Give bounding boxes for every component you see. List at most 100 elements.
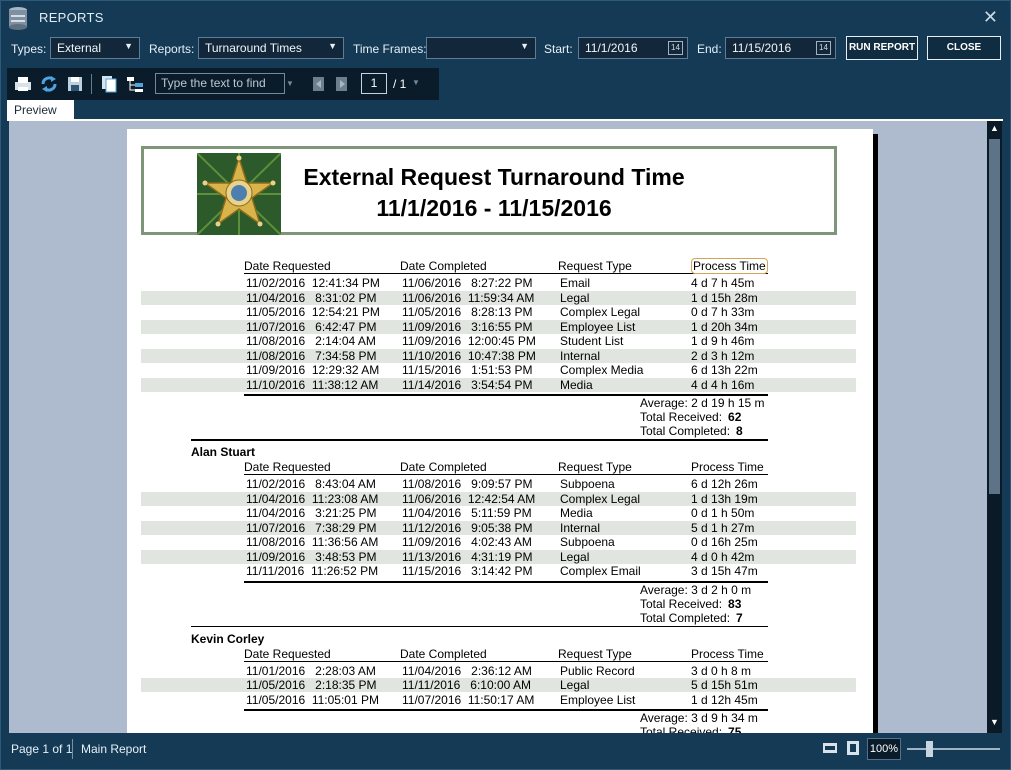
table-header: Date Requested Date Completed Request Type… xyxy=(244,258,768,274)
copy-icon[interactable] xyxy=(99,74,119,94)
table-cell: 11/04/2016 3:21:25 PM xyxy=(246,506,377,520)
tab-preview[interactable]: Preview xyxy=(7,100,74,120)
table-cell: 11/08/2016 2:14:04 AM xyxy=(246,334,376,348)
total-completed-label: Total Completed: xyxy=(640,424,731,438)
start-date-field[interactable]: 11/1/2016 14 xyxy=(578,37,688,59)
table-cell: 6 d 12h 26m xyxy=(691,477,758,491)
group-name: Alan Stuart xyxy=(191,445,256,459)
refresh-icon[interactable] xyxy=(39,74,59,94)
calendar-icon[interactable]: 14 xyxy=(816,41,831,55)
previous-page-icon[interactable] xyxy=(307,74,327,94)
table-cell: 11/11/2016 11:26:52 PM xyxy=(246,564,379,578)
close-button[interactable]: CLOSE xyxy=(927,36,1001,60)
table-cell: 11/09/2016 3:48:53 PM xyxy=(246,549,377,564)
scroll-down-icon[interactable]: ▼ xyxy=(987,717,1002,729)
reports-dropdown[interactable]: Turnaround Times ▼ xyxy=(198,37,344,59)
filter-bar: Types: External ▼ Reports: Turnaround Ti… xyxy=(1,35,1010,63)
whole-page-icon[interactable] xyxy=(845,740,861,756)
end-date-field[interactable]: 11/15/2016 14 xyxy=(725,37,836,59)
table-row: 11/07/2016 6:42:47 PM 11/09/2016 3:16:55 … xyxy=(141,319,856,334)
table-cell: 11/02/2016 8:43:04 AM xyxy=(246,477,376,491)
report-header: External Request Turnaround Time 11/1/20… xyxy=(141,146,837,235)
document-map-icon[interactable] xyxy=(125,74,145,94)
total-received-label: Total Received: xyxy=(640,596,723,611)
table-cell: 1 d 15h 28m xyxy=(691,290,758,305)
end-label: End: xyxy=(697,42,722,56)
table-cell: 0 d 1 h 50m xyxy=(691,506,755,520)
timeframes-label: Time Frames: xyxy=(353,42,427,56)
column-header: Process Time xyxy=(691,460,764,474)
table-cell: 3 d 0 h 8 m xyxy=(691,663,752,678)
table-cell: 11/13/2016 4:31:19 PM xyxy=(402,549,533,564)
table-cell: Student List xyxy=(560,334,624,348)
app-icon xyxy=(9,7,27,30)
vertical-scrollbar[interactable]: ▲ ▼ xyxy=(987,121,1002,733)
find-text-input[interactable]: Type the text to find xyxy=(155,73,285,94)
table-cell: 4 d 7 h 45m xyxy=(691,276,755,290)
table-cell: Subpoena xyxy=(560,477,615,491)
table-cell: 3 d 15h 47m xyxy=(691,564,758,578)
zoom-slider-thumb[interactable] xyxy=(926,741,933,757)
report-title: External Request Turnaround Time 11/1/20… xyxy=(144,164,844,222)
report-viewport[interactable]: External Request Turnaround Time 11/1/20… xyxy=(9,121,987,733)
table-cell: Complex Legal xyxy=(560,305,641,319)
page-total: / 1 xyxy=(393,77,407,91)
total-completed-value: 7 xyxy=(736,610,743,625)
table-cell: 11/15/2016 3:14:42 PM xyxy=(402,564,533,578)
table-cell: 11/08/2016 9:09:57 PM xyxy=(402,477,533,491)
table-row: 11/08/2016 2:14:04 AM 11/09/2016 12:00:45… xyxy=(141,334,856,348)
timeframes-dropdown[interactable]: ▼ xyxy=(426,37,536,59)
table-cell: 11/06/2016 8:27:22 PM xyxy=(402,276,533,290)
title-bar: REPORTS ✕ xyxy=(1,1,1010,35)
column-header: Date Requested xyxy=(244,460,331,474)
table-cell: 1 d 13h 19m xyxy=(691,491,758,506)
table-cell: 11/05/2016 11:05:01 PM xyxy=(246,692,379,707)
types-dropdown[interactable]: External ▼ xyxy=(50,37,140,59)
table-cell: Employee List xyxy=(560,319,636,334)
reports-value: Turnaround Times xyxy=(205,41,302,55)
reports-window: REPORTS ✕ Types: External ▼ Reports: Tur… xyxy=(0,0,1011,770)
table-cell: 0 d 16h 25m xyxy=(691,535,758,549)
next-page-icon[interactable] xyxy=(333,74,353,94)
types-value: External xyxy=(57,41,102,55)
column-header: Process Time xyxy=(691,258,768,274)
table-row: 11/08/2016 11:36:56 AM 11/09/2016 4:02:43… xyxy=(141,535,856,549)
column-header: Date Completed xyxy=(400,259,487,273)
save-icon[interactable] xyxy=(65,74,85,94)
table-cell: Media xyxy=(560,506,593,520)
average-summary: Average: 3 d 9 h 34 m xyxy=(640,711,758,725)
table-cell: 11/07/2016 7:38:29 PM xyxy=(246,520,377,535)
reports-label: Reports: xyxy=(149,42,195,56)
group-separator xyxy=(191,625,768,627)
window-title: REPORTS xyxy=(39,10,104,25)
table-cell: Internal xyxy=(560,348,601,363)
scroll-up-icon[interactable]: ▲ xyxy=(987,123,1002,135)
start-date-value: 11/1/2016 xyxy=(585,41,638,55)
table-cell: 11/09/2016 12:00:45 PM xyxy=(402,334,536,348)
table-cell: 11/08/2016 7:34:58 PM xyxy=(246,348,377,363)
run-report-button[interactable]: RUN REPORT xyxy=(846,36,918,60)
page-number-input[interactable]: 1 xyxy=(361,73,387,94)
total-received: Total Received: 62 xyxy=(640,410,741,424)
table-cell: 11/02/2016 12:41:34 PM xyxy=(246,276,380,290)
column-header: Request Type xyxy=(558,259,632,273)
table-row: 11/01/2016 2:28:03 AM 11/04/2016 2:36:12 … xyxy=(141,664,856,678)
table-cell: 0 d 7 h 33m xyxy=(691,305,755,319)
average-summary: Average: 2 d 19 h 15 m xyxy=(640,396,765,410)
types-label: Types: xyxy=(11,42,47,56)
page-width-icon[interactable] xyxy=(822,740,838,756)
table-cell: 11/04/2016 8:31:02 PM xyxy=(246,290,377,305)
end-date-value: 11/15/2016 xyxy=(732,41,792,55)
table-cell: 11/09/2016 3:16:55 PM xyxy=(402,319,533,334)
calendar-icon[interactable]: 14 xyxy=(668,41,683,55)
table-cell: 11/06/2016 11:59:34 AM xyxy=(402,290,535,305)
page-dropdown-icon[interactable]: ▼ xyxy=(412,78,420,87)
scroll-thumb[interactable] xyxy=(989,139,1000,494)
print-icon[interactable] xyxy=(13,74,33,94)
table-cell: Complex Legal xyxy=(560,491,641,506)
zoom-slider-track[interactable] xyxy=(907,748,1000,750)
find-dropdown-icon[interactable]: ▼ xyxy=(286,73,296,94)
table-cell: 11/07/2016 11:50:17 AM xyxy=(402,692,535,707)
close-window-icon[interactable]: ✕ xyxy=(983,7,998,28)
table-cell: Media xyxy=(560,377,593,392)
